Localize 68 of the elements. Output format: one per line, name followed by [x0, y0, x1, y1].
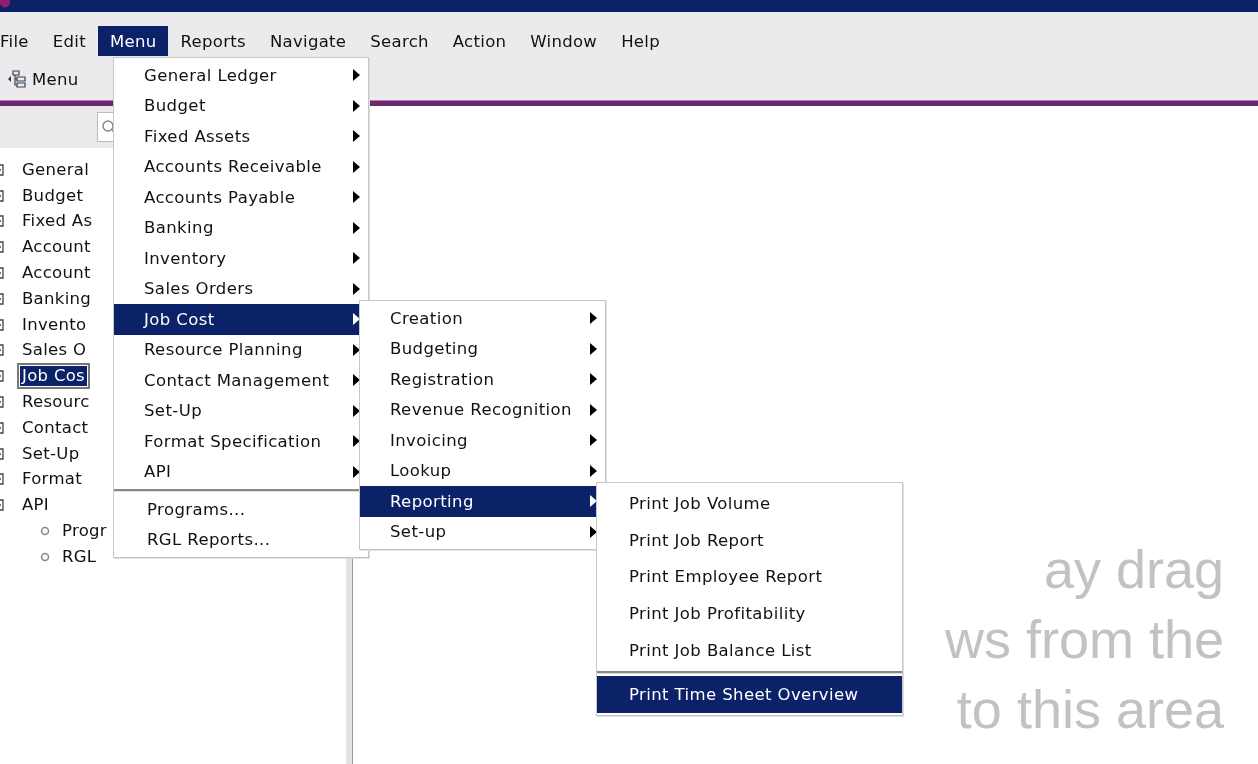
collapse-icon	[0, 292, 6, 305]
tree-item[interactable]: Account	[20, 237, 93, 258]
submenu-arrow-icon	[353, 435, 360, 448]
submenu-arrow-icon	[353, 99, 360, 112]
collapse-icon	[0, 499, 6, 512]
tree-item[interactable]: General	[20, 159, 92, 180]
tree-item[interactable]: Banking	[20, 288, 94, 309]
tree-item[interactable]: Fixed As	[20, 211, 95, 232]
collapse-icon	[0, 189, 6, 202]
collapse-icon	[0, 447, 6, 460]
menu-toggle-button[interactable]: Menu	[8, 69, 79, 89]
menubar-item[interactable]: Search	[358, 26, 441, 56]
submenu-arrow-icon	[590, 403, 597, 416]
submenu-arrow-icon	[353, 221, 360, 234]
menubar-item[interactable]: Window	[518, 26, 610, 56]
tree-item[interactable]: Set-Up	[20, 443, 82, 464]
submenu-arrow-icon	[353, 465, 360, 478]
menubar-item[interactable]: Help	[609, 26, 672, 56]
tree-item[interactable]: Progr	[60, 521, 109, 542]
submenu-arrow-icon	[353, 160, 360, 173]
submenu-arrow-icon	[353, 343, 360, 356]
submenu-arrow-icon	[353, 404, 360, 417]
drop-hint-text: to this area	[956, 678, 1224, 741]
submenu-arrow-icon	[353, 282, 360, 295]
collapse-icon	[0, 473, 6, 486]
bullet-icon	[40, 526, 50, 537]
collapse-icon	[0, 370, 6, 383]
tree-item[interactable]: API	[20, 495, 51, 516]
submenu-arrow-icon	[353, 191, 360, 204]
menubar-item[interactable]: File	[0, 26, 41, 56]
collapse-icon	[0, 215, 6, 228]
submenu-arrow-icon	[353, 252, 360, 265]
submenu-arrow-icon	[590, 373, 597, 386]
submenu-arrow-icon	[590, 342, 597, 355]
collapse-icon	[0, 396, 6, 409]
tree-item[interactable]: Resourc	[20, 392, 92, 413]
submenu-arrow-icon	[590, 312, 597, 325]
collapse-icon	[0, 267, 6, 280]
tree-item[interactable]: Job Cos	[20, 366, 87, 387]
tree-item[interactable]: Budget	[20, 185, 86, 206]
tree-item[interactable]: Invento	[20, 314, 89, 335]
menubar-item[interactable]: Edit	[40, 26, 98, 56]
collapse-icon	[0, 163, 6, 176]
collapse-icon	[0, 241, 6, 254]
submenu-arrow-icon	[353, 130, 360, 143]
submenu-arrow-icon	[353, 69, 360, 82]
submenu-arrow-icon	[590, 464, 597, 477]
menu-item[interactable]: Print Time Sheet Overview	[597, 676, 902, 713]
tree-item[interactable]: Sales O	[20, 340, 89, 361]
drop-hint-text: ay drag	[1043, 538, 1224, 601]
bullet-icon	[40, 551, 50, 562]
collapse-icon	[0, 421, 6, 434]
submenu-arrow-icon	[590, 525, 597, 538]
tree-item[interactable]: Account	[20, 263, 93, 284]
tree-item[interactable]: Contact	[20, 417, 91, 438]
submenu-arrow-icon	[353, 374, 360, 387]
menubar-item[interactable]: Menu	[97, 26, 169, 56]
menubar-item[interactable]: Navigate	[257, 26, 359, 56]
submenu-arrow-icon	[590, 434, 597, 447]
menubar-item[interactable]: Action	[440, 26, 519, 56]
tree-panel-icon	[8, 69, 28, 89]
menubar-item[interactable]: Reports	[168, 26, 258, 56]
tree-item[interactable]: RGL	[60, 546, 99, 567]
drop-hint-text: ws from the	[944, 608, 1224, 671]
tree-item[interactable]: Format	[20, 469, 84, 490]
collapse-icon	[0, 318, 6, 331]
app-logo-icon	[0, 0, 10, 8]
collapse-icon	[0, 344, 6, 357]
